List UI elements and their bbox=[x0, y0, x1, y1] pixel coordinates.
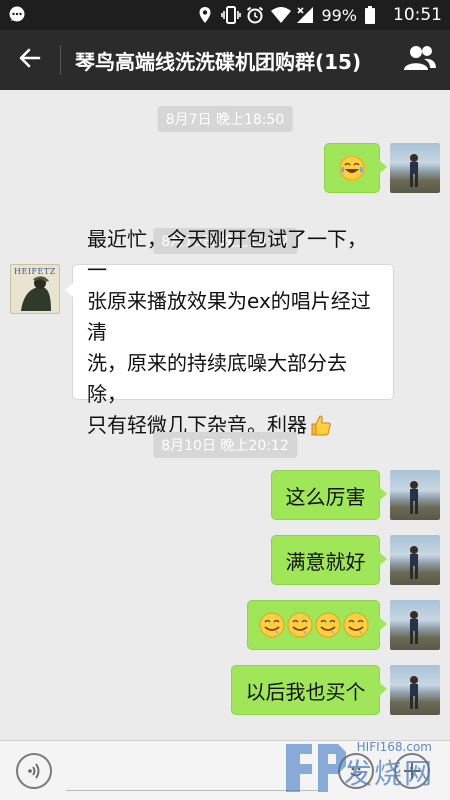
message-bubble-me[interactable] bbox=[324, 143, 387, 193]
message-text: 最近忙，今天刚开包试了一下，一 张原来播放效果为ex的唱片经过清 洗，原来的持续… bbox=[73, 214, 393, 451]
voice-button[interactable] bbox=[16, 753, 52, 789]
signal-icon bbox=[296, 6, 314, 24]
drooling-emoji-icon bbox=[314, 612, 342, 638]
chat-area[interactable]: 8月7日 晚上18:50 8月10日 晚上19:12 HEIFETZ 最近忙，今… bbox=[0, 90, 450, 740]
my-avatar[interactable] bbox=[390, 665, 440, 715]
message-line: 最近忙，今天刚开包试了一下，一 bbox=[87, 226, 367, 282]
battery-icon bbox=[364, 6, 382, 24]
sender-avatar[interactable]: HEIFETZ bbox=[10, 264, 60, 314]
timestamp: 8月10日 晚上20:12 bbox=[153, 432, 297, 458]
my-avatar[interactable] bbox=[390, 535, 440, 585]
message-line: 洗，原来的持续底噪大部分去除， bbox=[87, 350, 347, 406]
location-icon bbox=[196, 6, 214, 24]
status-bar: 99% 10:51 bbox=[0, 0, 450, 30]
message-text: 以后我也买个 bbox=[245, 679, 366, 704]
battery-percent: 99% bbox=[321, 5, 357, 25]
tears-of-joy-emoji-icon bbox=[339, 155, 365, 181]
header-divider bbox=[60, 45, 61, 75]
message-bubble-other[interactable]: 最近忙，今天刚开包试了一下，一 张原来播放效果为ex的唱片经过清 洗，原来的持续… bbox=[65, 227, 394, 437]
wifi-icon bbox=[271, 6, 292, 24]
my-avatar[interactable] bbox=[390, 600, 440, 650]
message-bubble-me[interactable]: 这么厉害 bbox=[271, 470, 387, 520]
group-info-button[interactable] bbox=[390, 30, 450, 90]
alarm-icon bbox=[246, 6, 264, 24]
status-time: 10:51 bbox=[393, 5, 442, 25]
message-bubble-me[interactable]: 以后我也买个 bbox=[231, 665, 387, 715]
message-text: 这么厉害 bbox=[285, 484, 366, 509]
watermark-text: 发烧网 bbox=[343, 757, 434, 790]
message-bubble-me[interactable]: 满意就好 bbox=[271, 535, 387, 585]
timestamp: 8月7日 晚上18:50 bbox=[157, 106, 293, 132]
my-avatar[interactable] bbox=[390, 143, 440, 193]
chat-notification-icon bbox=[8, 6, 26, 24]
back-button[interactable] bbox=[0, 30, 60, 90]
drooling-emoji-icon bbox=[258, 612, 286, 638]
chat-title: 琴鸟高端线洗洗碟机团购群(15) bbox=[75, 49, 362, 74]
drooling-emoji-icon bbox=[286, 612, 314, 638]
message-bubble-me[interactable] bbox=[247, 600, 387, 650]
drooling-emoji-icon bbox=[342, 612, 370, 638]
back-arrow-icon bbox=[18, 46, 42, 74]
my-avatar[interactable] bbox=[390, 470, 440, 520]
chat-header: 琴鸟高端线洗洗碟机团购群(15) bbox=[0, 30, 450, 90]
vibrate-icon bbox=[221, 6, 242, 24]
group-members-icon bbox=[403, 45, 437, 75]
voice-icon bbox=[24, 761, 44, 781]
message-text: 满意就好 bbox=[285, 549, 366, 574]
message-line: 张原来播放效果为ex的唱片经过清 bbox=[87, 288, 371, 344]
thumbs-up-emoji-icon bbox=[309, 413, 333, 437]
